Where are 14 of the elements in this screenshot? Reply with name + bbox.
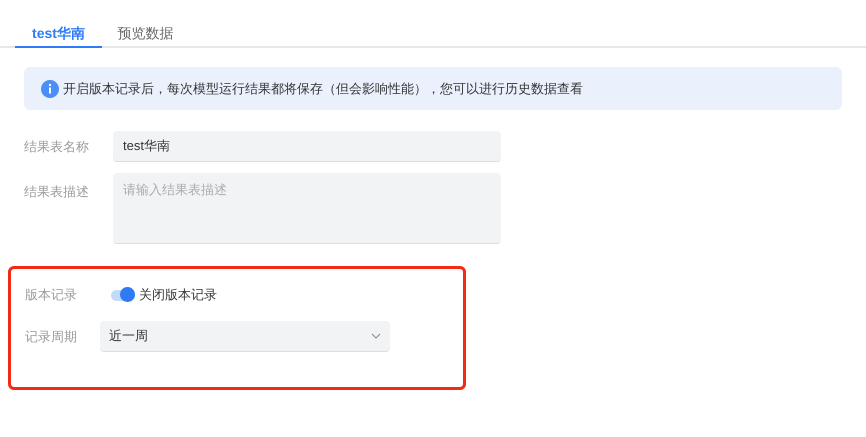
info-icon <box>41 80 59 98</box>
field-label: 记录周期 <box>25 328 78 346</box>
tab[interactable]: 预览数据 <box>102 20 189 48</box>
alert-text: 开启版本记录后，每次模型运行结果都将保存（但会影响性能），您可以进行历史数据查看 <box>63 80 583 98</box>
field-label: 结果表描述 <box>24 183 90 201</box>
description-field[interactable]: 请输入结果表描述 <box>113 173 501 244</box>
field-label: 结果表名称 <box>24 138 90 156</box>
period-select[interactable]: 近一周 <box>100 321 390 352</box>
field-label: 版本记录 <box>25 286 78 304</box>
toggle-switch[interactable] <box>111 290 135 300</box>
name-field[interactable]: test华南 <box>113 131 501 162</box>
toggle-label: 关闭版本记录 <box>139 286 217 304</box>
chevron-down-icon <box>371 333 381 339</box>
tab[interactable]: test华南 <box>15 20 102 48</box>
